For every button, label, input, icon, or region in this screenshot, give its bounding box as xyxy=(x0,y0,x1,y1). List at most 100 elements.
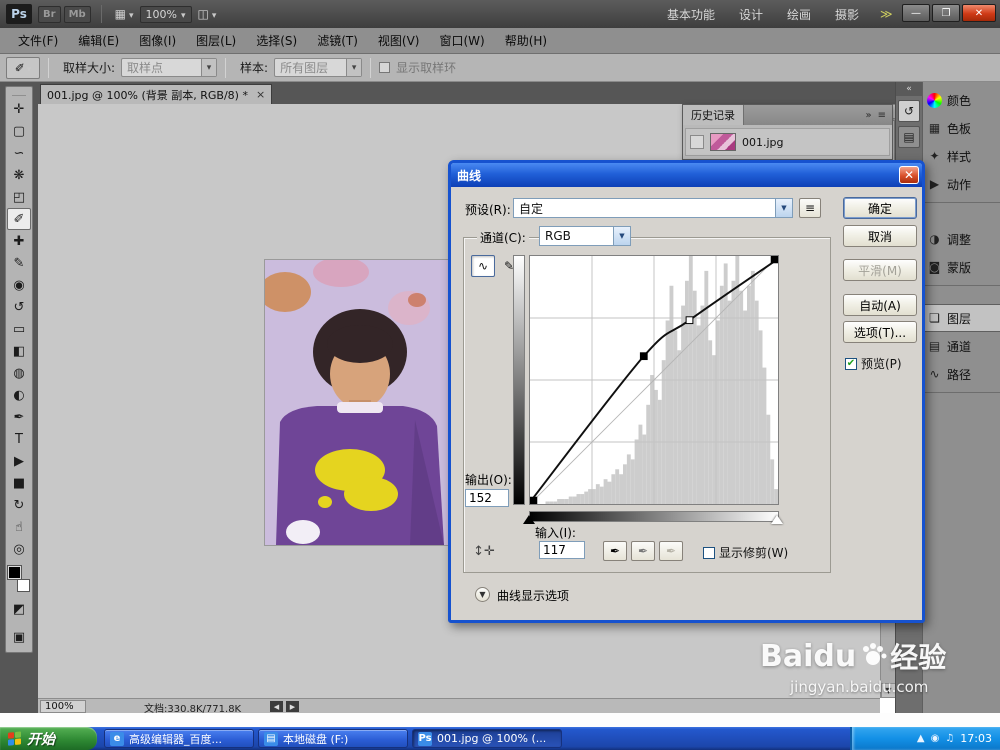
dock-swatches[interactable]: ▦ 色板 xyxy=(923,114,1000,142)
workspace-button[interactable]: 设计 xyxy=(727,0,775,28)
curve-point[interactable] xyxy=(770,256,778,264)
photo-image[interactable] xyxy=(259,257,450,545)
preset-options-icon[interactable]: ≡ xyxy=(799,198,821,218)
type-tool[interactable]: T xyxy=(7,428,31,450)
show-clipping-checkbox[interactable]: 显示修剪(W) xyxy=(703,544,788,561)
menu-item[interactable]: 文件(F) xyxy=(8,28,68,53)
background-color-swatch[interactable] xyxy=(17,579,30,592)
path-selection-tool[interactable]: ▶ xyxy=(7,450,31,472)
curve-graph[interactable] xyxy=(529,255,779,505)
gradient-tool[interactable]: ◧ xyxy=(7,340,31,362)
black-point-slider[interactable] xyxy=(523,515,535,524)
history-panel-icon[interactable]: ↺ xyxy=(898,100,920,122)
white-point-slider[interactable] xyxy=(771,515,783,524)
color-swatches[interactable] xyxy=(7,565,31,592)
preset-select[interactable]: 自定 xyxy=(513,198,793,218)
task-disk[interactable]: ▤ 本地磁盘 (F:) xyxy=(258,729,408,748)
history-panel-tab[interactable]: 历史记录 xyxy=(683,105,744,125)
curve-point[interactable] xyxy=(685,316,694,325)
on-image-adjustment-icon[interactable]: ↕✛ xyxy=(473,541,495,561)
current-tool-icon[interactable]: ✐ xyxy=(6,56,40,79)
curve-point-mode-icon[interactable]: ∿ xyxy=(471,255,495,277)
workspace-overflow-icon[interactable]: ≫ xyxy=(872,7,901,21)
panel-menu-icon[interactable]: ≡ xyxy=(878,110,886,121)
dodge-tool[interactable]: ◐ xyxy=(7,384,31,406)
sample-select[interactable]: 所有图层 xyxy=(274,58,363,77)
screen-mode-icon[interactable]: ◫ xyxy=(192,5,223,23)
marquee-tool[interactable]: ▢ xyxy=(7,120,31,142)
quick-mask-icon[interactable]: ◩ xyxy=(7,598,31,620)
zoom-level-control[interactable]: 100% xyxy=(139,5,192,23)
show-sampling-ring-checkbox[interactable] xyxy=(379,62,391,73)
status-flyout-right-icon[interactable]: ▶ xyxy=(286,701,299,712)
menu-item[interactable]: 编辑(E) xyxy=(68,28,129,53)
expand-dock-icon[interactable]: « xyxy=(896,82,922,96)
task-editor[interactable]: e 高级编辑器_百度... xyxy=(104,729,254,748)
workspace-button[interactable]: 摄影 xyxy=(823,0,871,28)
collapse-arrows-icon[interactable]: » xyxy=(865,110,871,121)
rotate-view-tool[interactable]: ↻ xyxy=(7,494,31,516)
dock-adjustments[interactable]: ◑ 调整 xyxy=(923,225,1000,253)
dialog-close-icon[interactable]: ✕ xyxy=(899,166,919,184)
clone-stamp-tool[interactable]: ◉ xyxy=(7,274,31,296)
minimize-button[interactable] xyxy=(902,4,930,22)
document-tab[interactable]: 001.jpg @ 100% (背景 副本, RGB/8) * × xyxy=(40,84,273,104)
black-point-eyedropper-icon[interactable]: ✒ xyxy=(603,541,627,561)
crop-tool[interactable]: ◰ xyxy=(7,186,31,208)
zoom-tool[interactable]: ◎ xyxy=(7,538,31,560)
lasso-tool[interactable]: ∽ xyxy=(7,142,31,164)
move-tool[interactable]: ✛ xyxy=(7,98,31,120)
output-value-field[interactable] xyxy=(465,489,509,507)
start-button[interactable]: 开始 xyxy=(0,727,97,750)
bridge-launcher-icon[interactable]: Br xyxy=(38,5,61,23)
history-entry-row[interactable]: 001.jpg xyxy=(685,128,890,156)
input-value-field[interactable] xyxy=(539,541,585,559)
status-flyout-left-icon[interactable]: ◀ xyxy=(270,701,283,712)
menu-item[interactable]: 选择(S) xyxy=(246,28,307,53)
arrange-documents-icon[interactable]: ▦ xyxy=(109,5,140,23)
menu-item[interactable]: 图层(L) xyxy=(186,28,246,53)
taskbar-clock[interactable]: 17:03 xyxy=(960,732,992,745)
ok-button[interactable]: 确定 xyxy=(843,197,917,219)
restore-button[interactable] xyxy=(932,4,960,22)
scroll-down-icon[interactable]: ▼ xyxy=(881,683,896,698)
workspace-button[interactable]: 绘画 xyxy=(775,0,823,28)
task-photoshop[interactable]: Ps 001.jpg @ 100% (... xyxy=(412,729,562,748)
curve-point[interactable] xyxy=(530,496,538,504)
white-point-eyedropper-icon[interactable]: ✒ xyxy=(659,541,683,561)
sample-size-select[interactable]: 取样点 xyxy=(121,58,218,77)
menu-item[interactable]: 滤镜(T) xyxy=(307,28,368,53)
disclosure-icon[interactable]: ▼ xyxy=(475,587,490,602)
close-button[interactable] xyxy=(962,4,996,22)
brush-tool[interactable]: ✎ xyxy=(7,252,31,274)
pen-tool[interactable]: ✒ xyxy=(7,406,31,428)
menu-item[interactable]: 图像(I) xyxy=(129,28,186,53)
checkbox-box[interactable] xyxy=(703,546,715,559)
minibridge-launcher-icon[interactable]: Mb xyxy=(63,5,91,23)
menu-item[interactable]: 帮助(H) xyxy=(495,28,557,53)
hand-tool[interactable]: ☝ xyxy=(7,516,31,538)
dock-layers[interactable]: ❏ 图层 xyxy=(923,304,1000,332)
workspace-button[interactable]: 基本功能 xyxy=(655,0,727,28)
tray-hidden-icons-icon[interactable]: ▲ xyxy=(917,733,925,744)
screen-mode-toggle-icon[interactable]: ▣ xyxy=(7,626,31,648)
dock-channels[interactable]: ▤ 通道 xyxy=(923,332,1000,360)
curves-dialog-titlebar[interactable]: 曲线 ✕ xyxy=(451,163,922,187)
eraser-tool[interactable]: ▭ xyxy=(7,318,31,340)
quick-selection-tool[interactable]: ❋ xyxy=(7,164,31,186)
dock-masks[interactable]: ◙ 蒙版 xyxy=(923,253,1000,281)
checkbox-box[interactable] xyxy=(845,357,857,370)
dock-color[interactable]: ●颜色 xyxy=(923,86,1000,114)
menu-item[interactable]: 窗口(W) xyxy=(429,28,494,53)
tab-close-icon[interactable]: × xyxy=(256,88,265,101)
selected-curve-point[interactable] xyxy=(639,352,648,361)
gray-point-eyedropper-icon[interactable]: ✒ xyxy=(631,541,655,561)
dock-styles[interactable]: ✦ 样式 xyxy=(923,142,1000,170)
eyedropper-tool[interactable]: ✐ xyxy=(7,208,31,230)
healing-brush-tool[interactable]: ✚ xyxy=(7,230,31,252)
panel-grip[interactable] xyxy=(12,90,26,96)
auto-button[interactable]: 自动(A) xyxy=(843,294,917,316)
history-brush-tool[interactable]: ↺ xyxy=(7,296,31,318)
collapsed-panel-icon[interactable]: ▤ xyxy=(898,126,920,148)
options-button[interactable]: 选项(T)... xyxy=(843,321,917,343)
